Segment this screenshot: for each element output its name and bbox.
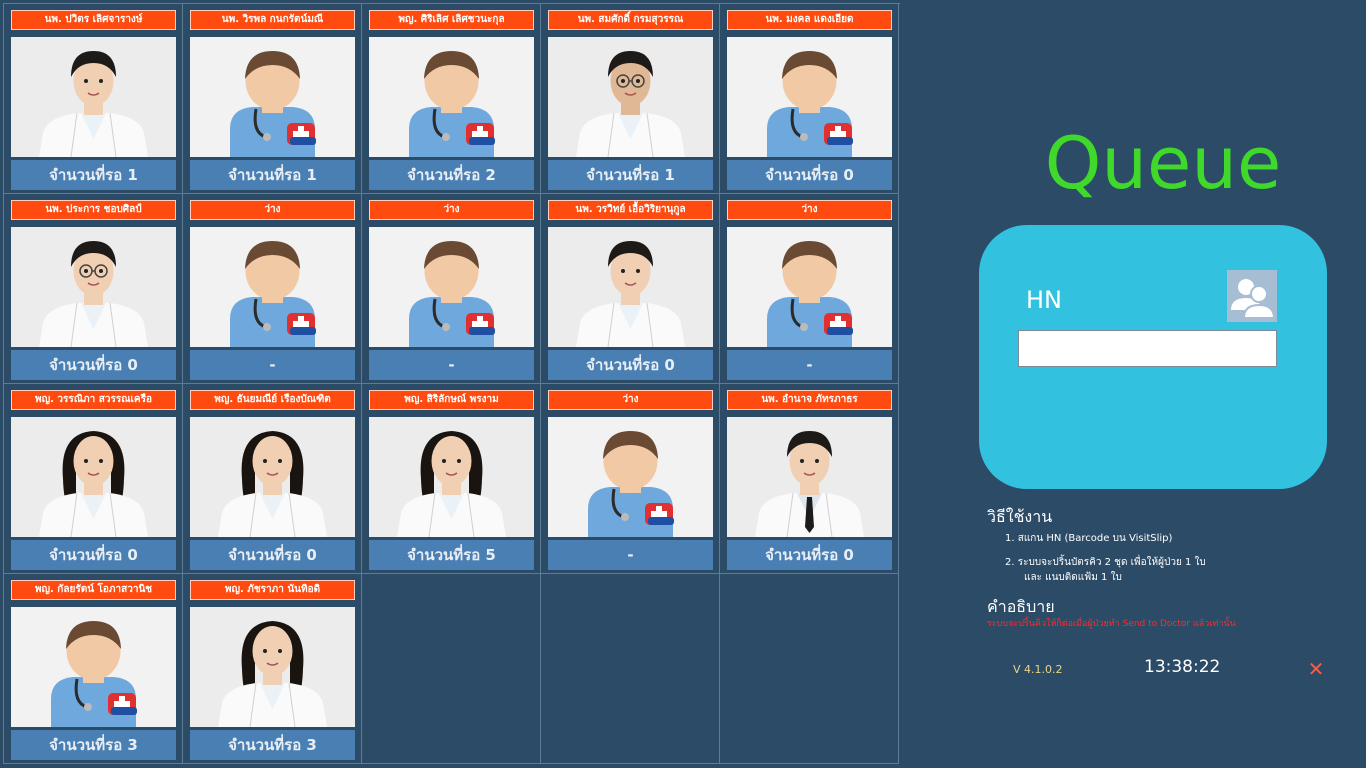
doctor-name: พญ. ภัชราภา นันทิอดิ: [190, 580, 355, 600]
doctor-card[interactable]: นพ. ปวิตร เลิศจารางษ์ จำนวนที่รอ 1: [4, 4, 183, 194]
doctor-name: นพ. อำนาจ ภัทรภาธร: [727, 390, 892, 410]
empty-cell: [720, 574, 899, 764]
clock: 13:38:22: [1144, 657, 1221, 677]
doctor-name: นพ. ปวิตร เลิศจารางษ์: [11, 10, 176, 30]
version-label: V 4.1.0.2: [1013, 663, 1063, 676]
queue-count: จำนวนที่รอ 0: [548, 350, 713, 380]
doctor-avatar-placeholder-icon: [548, 417, 713, 537]
queue-count: จำนวนที่รอ 1: [548, 160, 713, 190]
doctor-avatar-placeholder-icon: [190, 227, 355, 347]
doctor-name: ว่าง: [369, 200, 534, 220]
doctor-grid: นพ. ปวิตร เลิศจารางษ์ จำนวนที่รอ 1 นพ. ว…: [3, 3, 900, 764]
doctor-card[interactable]: พญ. ธันยมณีย์ เรืองบัณฑิต จำนวนที่รอ 0: [183, 384, 362, 574]
queue-count: จำนวนที่รอ 5: [369, 540, 534, 570]
doctor-card[interactable]: พญ. สิริลักษณ์ พรงาม จำนวนที่รอ 5: [362, 384, 541, 574]
doctor-name: นพ. ประการ ชอบศิลป์: [11, 200, 176, 220]
doctor-avatar-placeholder-icon: [190, 37, 355, 157]
queue-count: -: [369, 350, 534, 380]
doctor-card[interactable]: ว่าง -: [720, 194, 899, 384]
doctor-photo: [11, 227, 176, 347]
close-icon[interactable]: ✕: [1305, 658, 1327, 680]
howto-title: วิธีใช้งาน: [987, 507, 1053, 526]
hn-input[interactable]: [1018, 330, 1277, 367]
doctor-photo: [190, 607, 355, 727]
doctor-photo: [548, 227, 713, 347]
doctor-name: นพ. มงคล แดงเอียด: [727, 10, 892, 30]
doctor-card[interactable]: ว่าง -: [362, 194, 541, 384]
empty-cell: [541, 574, 720, 764]
doctor-card[interactable]: นพ. ประการ ชอบศิลป์ จำนวนที่รอ 0: [4, 194, 183, 384]
queue-count: จำนวนที่รอ 1: [11, 160, 176, 190]
doctor-photo: [190, 417, 355, 537]
queue-count: จำนวนที่รอ 3: [11, 730, 176, 760]
doctor-avatar-placeholder-icon: [11, 607, 176, 727]
doctor-name: ว่าง: [727, 200, 892, 220]
doctor-card[interactable]: นพ. อำนาจ ภัทรภาธร จำนวนที่รอ 0: [720, 384, 899, 574]
doctor-name: พญ. กัลยรัตน์ โอภาสวานิช: [11, 580, 176, 600]
doctor-name: พญ. ธันยมณีย์ เรืองบัณฑิต: [190, 390, 355, 410]
doctor-card[interactable]: นพ. วิรพล กนกรัตน์มณี จำนวนที่รอ 1: [183, 4, 362, 194]
queue-count: จำนวนที่รอ 0: [727, 540, 892, 570]
queue-count: จำนวนที่รอ 0: [11, 540, 176, 570]
doctor-card[interactable]: พญ. ภัชราภา นันทิอดิ จำนวนที่รอ 3: [183, 574, 362, 764]
queue-count: -: [727, 350, 892, 380]
doctor-photo: [548, 37, 713, 157]
description-text: ระบบจะปริ้นคิวให้ก็ต่อเมื่อผู้ป่วยทำ Sen…: [987, 619, 1236, 629]
queue-count: จำนวนที่รอ 0: [11, 350, 176, 380]
doctor-card[interactable]: ว่าง -: [183, 194, 362, 384]
doctor-photo: [369, 417, 534, 537]
doctor-name: นพ. วรวิทย์ เอื้อวิริยานุกูล: [548, 200, 713, 220]
doctor-photo: [727, 417, 892, 537]
queue-count: จำนวนที่รอ 0: [727, 160, 892, 190]
doctor-card[interactable]: พญ. วรรณิภา สวรรณเครือ จำนวนที่รอ 0: [4, 384, 183, 574]
doctor-photo: [11, 417, 176, 537]
empty-cell: [362, 574, 541, 764]
doctor-card[interactable]: ว่าง -: [541, 384, 720, 574]
doctor-avatar-placeholder-icon: [369, 227, 534, 347]
doctor-name: พญ. ศิริเลิศ เลิศชวนะกุล: [369, 10, 534, 30]
description-title: คำอธิบาย: [987, 597, 1055, 616]
doctor-card[interactable]: นพ. สมศักดิ์ กรมสุวรรณ จำนวนที่รอ 1: [541, 4, 720, 194]
doctor-card[interactable]: นพ. มงคล แดงเอียด จำนวนที่รอ 0: [720, 4, 899, 194]
users-icon: [1227, 270, 1277, 322]
doctor-card[interactable]: พญ. ศิริเลิศ เลิศชวนะกุล จำนวนที่รอ 2: [362, 4, 541, 194]
doctor-avatar-placeholder-icon: [727, 227, 892, 347]
doctor-name: พญ. วรรณิภา สวรรณเครือ: [11, 390, 176, 410]
doctor-name: ว่าง: [548, 390, 713, 410]
queue-count: -: [548, 540, 713, 570]
howto-step-2-cont: และ แนบติดแฟ้ม 1 ใบ: [1024, 572, 1122, 583]
queue-count: -: [190, 350, 355, 380]
queue-count: จำนวนที่รอ 3: [190, 730, 355, 760]
howto-step-2: 2. ระบบจะปริ้นบัตรคิว 2 ชุด เพื่อให้ผู้ป…: [1005, 557, 1206, 568]
doctor-name: นพ. สมศักดิ์ กรมสุวรรณ: [548, 10, 713, 30]
queue-title: Queue: [1044, 121, 1282, 205]
hn-label: HN: [1026, 286, 1062, 314]
doctor-avatar-placeholder-icon: [727, 37, 892, 157]
queue-count: จำนวนที่รอ 0: [190, 540, 355, 570]
doctor-card[interactable]: นพ. วรวิทย์ เอื้อวิริยานุกูล จำนวนที่รอ …: [541, 194, 720, 384]
doctor-name: ว่าง: [190, 200, 355, 220]
doctor-photo: [11, 37, 176, 157]
queue-count: จำนวนที่รอ 1: [190, 160, 355, 190]
doctor-card[interactable]: พญ. กัลยรัตน์ โอภาสวานิช จำนวนที่รอ 3: [4, 574, 183, 764]
queue-count: จำนวนที่รอ 2: [369, 160, 534, 190]
doctor-avatar-placeholder-icon: [369, 37, 534, 157]
doctor-name: นพ. วิรพล กนกรัตน์มณี: [190, 10, 355, 30]
howto-step-1: 1. สแกน HN (Barcode บน VisitSlip): [1005, 533, 1173, 544]
doctor-name: พญ. สิริลักษณ์ พรงาม: [369, 390, 534, 410]
